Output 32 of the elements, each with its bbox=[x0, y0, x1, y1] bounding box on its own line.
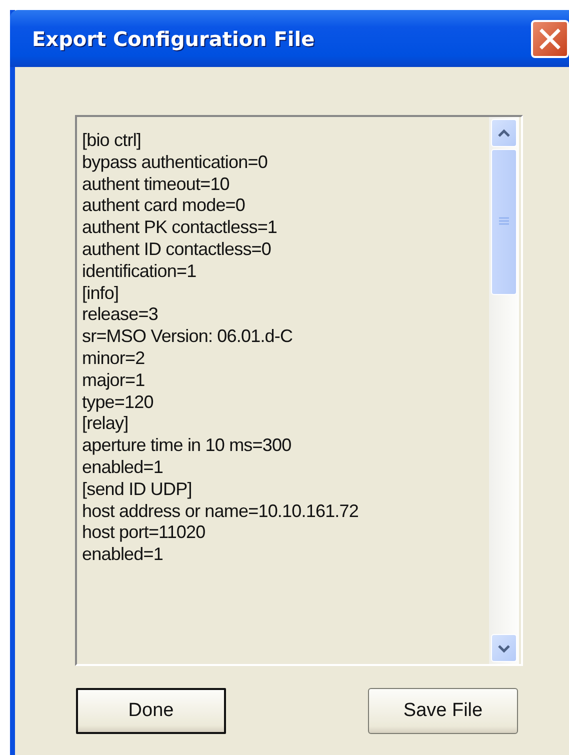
save-file-button[interactable]: Save File bbox=[368, 688, 518, 734]
text-line: [send ID UDP] bbox=[82, 478, 192, 501]
text-line: aperture time in 10 ms=300 bbox=[82, 435, 292, 457]
window-title: Export Configuration File bbox=[32, 26, 315, 52]
text-line: host address or name=10.10.161.72 bbox=[82, 500, 359, 522]
text-line: type=120 bbox=[82, 392, 154, 414]
text-line: sr=MSO Version: 06.01.d-C bbox=[82, 326, 293, 348]
close-button[interactable] bbox=[531, 20, 569, 58]
text-line: identification=1 bbox=[82, 260, 196, 283]
chevron-down-icon bbox=[497, 644, 511, 652]
text-line: authent card mode=0 bbox=[82, 195, 246, 218]
text-line: [relay] bbox=[82, 413, 128, 436]
text-line: [bio ctrl] bbox=[82, 130, 142, 152]
scroll-up-button[interactable] bbox=[491, 119, 517, 147]
text-line: enabled=1 bbox=[82, 544, 163, 566]
text-line: minor=2 bbox=[82, 348, 145, 370]
text-line: authent PK contactless=1 bbox=[82, 217, 278, 239]
text-line: [info] bbox=[82, 282, 119, 304]
chevron-up-icon bbox=[497, 128, 511, 138]
text-line: bypass authentication=0 bbox=[82, 152, 268, 174]
text-line: authent ID contactless=0 bbox=[82, 238, 272, 261]
grip-icon bbox=[498, 217, 510, 227]
scrollbar[interactable] bbox=[489, 117, 519, 664]
text-line: major=1 bbox=[82, 370, 145, 392]
text-line: authent timeout=10 bbox=[82, 174, 230, 196]
text-line: release=3 bbox=[82, 304, 158, 326]
text-line: enabled=1 bbox=[82, 456, 163, 479]
close-icon bbox=[539, 28, 561, 50]
text-line: host port=11020 bbox=[82, 522, 206, 544]
done-button[interactable]: Done bbox=[76, 688, 226, 734]
scroll-down-button[interactable] bbox=[491, 634, 517, 662]
scroll-thumb[interactable] bbox=[491, 149, 517, 295]
